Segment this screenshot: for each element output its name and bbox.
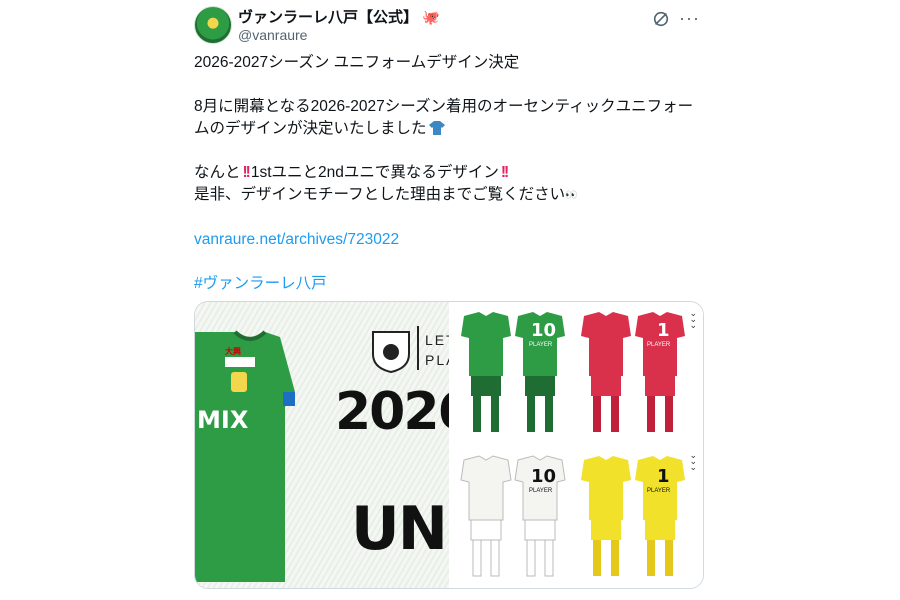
jersey-brand-text: MIX [197,406,249,434]
hashtag-link[interactable]: #ヴァンラーレ八戸 [194,275,327,292]
post-title: 2026-2027シーズン ユニフォームデザイン決定 [194,54,520,71]
avatar[interactable] [194,6,232,44]
post-text-line: 8月に開幕となる2026-2027シーズン着用のオーセンティックユニフォー [194,98,694,115]
post-link-paragraph: vanraure.net/archives/723022 [194,229,704,251]
post-body: 2026-2027シーズン ユニフォームデザイン決定 8月に開幕となる2026-… [194,52,704,317]
green-jersey-closeup [195,330,295,582]
display-name[interactable]: ヴァンラーレ八戸【公式】 🐙 [238,6,439,27]
post-text-line-with-emoji: ムのデザインが決定いたしました [194,118,704,140]
header-divider [417,326,419,370]
article-link[interactable]: vanraure.net/archives/723022 [194,231,399,248]
tshirt-icon [428,121,445,135]
kit-goalkeeper-red [581,312,685,432]
kit-number: 10 [531,320,557,341]
post-paragraph-3: なんと!! 1stユニと2ndユニで異なるデザイン!! 是非、デザインモチーフとし… [194,162,704,207]
more-options-icon[interactable]: ··· [679,8,700,29]
media-attachment[interactable]: 大興 MIX LET PLA 2026 / UNIF ⌄ ⌄ ⌄ ⌄ ⌄ ⌄ 1… [194,301,704,589]
handle[interactable]: @vanraure [238,27,307,43]
post-paragraph-2: 8月に開幕となる2026-2027シーズン着用のオーセンティックユニフォー ムの… [194,96,704,140]
post-header: ヴァンラーレ八戸【公式】 🐙 @vanraure ··· [194,4,710,44]
sponsor-label: 大興 [225,347,241,356]
club-crest-icon [372,331,410,374]
uniform-kits-image[interactable]: ⌄ ⌄ ⌄ ⌄ ⌄ ⌄ 10 PLAYER 1 PLAYER 10 PLAYER… [449,302,703,588]
scroll-chevron-icon: ⌄ ⌄ ⌄ [689,308,697,330]
display-name-text[interactable]: ヴァンラーレ八戸【公式】 [238,9,418,26]
kit-number: 1 [657,466,670,487]
kit-player-label: PLAYER [529,342,553,348]
post-text-line: なんと [194,164,241,181]
uniform-announcement-image[interactable]: 大興 MIX LET PLA 2026 / UNIF [195,302,507,588]
post-card: ヴァンラーレ八戸【公式】 🐙 @vanraure ··· 2026-2027シーズ… [190,0,710,600]
post-text-line: ムのデザインが決定いたしました [194,120,427,137]
post-text-line-with-emoji: 是非、デザインモチーフとした理由までご覧ください👀 [194,184,704,207]
eyes-icon: 👀 [565,190,578,201]
grok-icon[interactable] [652,10,670,28]
scroll-chevron-icon: ⌄ ⌄ ⌄ [689,450,697,472]
post-text-line: 是非、デザインモチーフとした理由までご覧ください [194,186,566,203]
double-exclamation-icon: !! [500,164,509,181]
kit-number: 1 [657,320,670,341]
post-text-line-with-emoji: なんと!! 1stユニと2ndユニで異なるデザイン!! [194,162,704,184]
octopus-icon: 🐙 [422,9,440,25]
post-text-line: 1stユニと2ndユニで異なるデザイン [250,164,499,181]
double-exclamation-icon: !! [242,164,251,181]
kit-goalkeeper-yellow [581,456,685,576]
post-hashtag-paragraph: #ヴァンラーレ八戸 [194,273,704,295]
kit-player-label: PLAYER [647,488,671,494]
kit-player-label: PLAYER [647,342,671,348]
kit-player-label: PLAYER [529,488,553,494]
kit-number: 10 [531,466,557,487]
